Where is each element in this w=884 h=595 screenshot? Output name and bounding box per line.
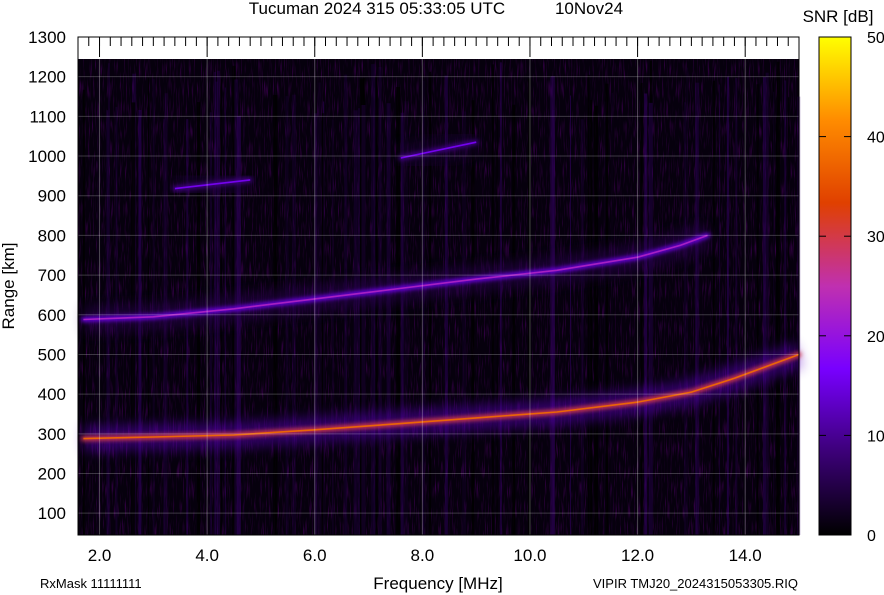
plot-area [77, 36, 804, 536]
interference-streak [353, 110, 358, 535]
interference-streak [321, 113, 324, 535]
interference-streak [773, 91, 775, 536]
y-tick-label: 700 [38, 266, 66, 285]
interference-streak [331, 119, 334, 535]
interference-streak [512, 104, 516, 536]
interference-streak [594, 105, 599, 535]
y-tick-label: 1200 [28, 68, 66, 87]
interference-streak [375, 76, 378, 535]
y-axis-ticks: 100 200 300 400 500 600 700 800 900 1000 1100 1200 1… [28, 28, 66, 523]
interference-streak [496, 114, 498, 536]
y-tick-label: 300 [38, 425, 66, 444]
interference-streak [644, 93, 648, 535]
interference-streak [471, 100, 475, 535]
interference-streak [640, 82, 643, 535]
colorbar: 0 10 20 30 40 50 [818, 30, 884, 545]
interference-streak [719, 84, 721, 535]
interference-streak [361, 104, 366, 536]
file-label: VIPIR TMJ20_2024315053305.RIQ [593, 576, 798, 591]
interference-streak [776, 117, 778, 535]
interference-streak [648, 102, 653, 535]
y-tick-label: 900 [38, 187, 66, 206]
y-tick-label: 100 [38, 504, 66, 523]
x-tick-label: 10.0 [513, 546, 546, 565]
interference-streak [695, 82, 700, 535]
y-tick-label: 500 [38, 345, 66, 364]
rxmask-label: RxMask 11111111 [40, 576, 142, 591]
chart-title: Tucuman 2024 315 05:33:05 UTC [249, 0, 505, 18]
x-tick-label: 14.0 [729, 546, 762, 565]
x-tick-label: 8.0 [411, 546, 435, 565]
interference-streak [396, 87, 401, 535]
interference-streak [285, 96, 289, 535]
colorbar-tick-label: 50 [867, 30, 884, 47]
interference-streak [550, 76, 555, 535]
interference-streak [788, 97, 790, 535]
interference-streak [762, 77, 766, 535]
interference-streak [684, 102, 687, 535]
colorbar-tick-label: 20 [867, 329, 884, 346]
interference-streak [712, 80, 715, 535]
interference-streak [735, 77, 738, 536]
interference-streak [499, 62, 502, 536]
y-tick-label: 1100 [29, 107, 66, 126]
x-tick-label: 2.0 [88, 546, 112, 565]
interference-streak [386, 103, 391, 535]
interference-streak [686, 67, 688, 536]
interference-streak [373, 87, 375, 536]
interference-streak [605, 83, 609, 536]
x-axis-label: Frequency [MHz] [373, 574, 502, 593]
ionogram-figure: Tucuman 2024 315 05:33:05 UTC 10Nov24 SN… [0, 0, 884, 593]
no-data-band [78, 37, 799, 59]
interference-streak [756, 84, 759, 536]
interference-streak [580, 119, 584, 536]
y-axis-label: Range [km] [0, 243, 18, 330]
interference-streak [107, 63, 110, 536]
noise-speckle [78, 59, 799, 535]
x-axis-ticks: 2.0 4.0 6.0 8.0 10.0 12.0 14.0 [88, 546, 762, 565]
interference-streak [726, 76, 729, 535]
interference-streak [527, 78, 531, 535]
colorbar-tick-label: 40 [867, 130, 884, 147]
x-tick-label: 6.0 [303, 546, 327, 565]
colorbar-scale [818, 36, 852, 536]
interference-streak [611, 92, 613, 536]
interference-streak [491, 64, 494, 535]
y-tick-label: 800 [38, 226, 66, 245]
x-tick-label: 12.0 [621, 546, 654, 565]
interference-streak [462, 111, 467, 535]
interference-streak [590, 100, 593, 535]
y-tick-label: 600 [38, 306, 66, 325]
colorbar-tick-label: 30 [867, 229, 884, 246]
interference-streak [604, 101, 606, 536]
colorbar-label: SNR [dB] [803, 7, 874, 26]
y-tick-label: 200 [38, 464, 66, 483]
y-tick-label: 1000 [28, 147, 66, 166]
interference-streak [97, 61, 99, 536]
colorbar-tick-label: 10 [867, 428, 884, 445]
y-tick-label: 1300 [28, 28, 66, 47]
interference-streak [357, 108, 360, 536]
interference-streak [765, 72, 769, 535]
x-tick-label: 4.0 [195, 546, 219, 565]
interference-streak [549, 77, 551, 535]
chart-date: 10Nov24 [555, 0, 623, 18]
interference-streak [784, 80, 787, 536]
y-tick-label: 400 [38, 385, 66, 404]
interference-streak [587, 74, 590, 535]
colorbar-tick-label: 0 [867, 528, 876, 545]
interference-streak [400, 112, 404, 535]
interference-streak [776, 61, 780, 535]
